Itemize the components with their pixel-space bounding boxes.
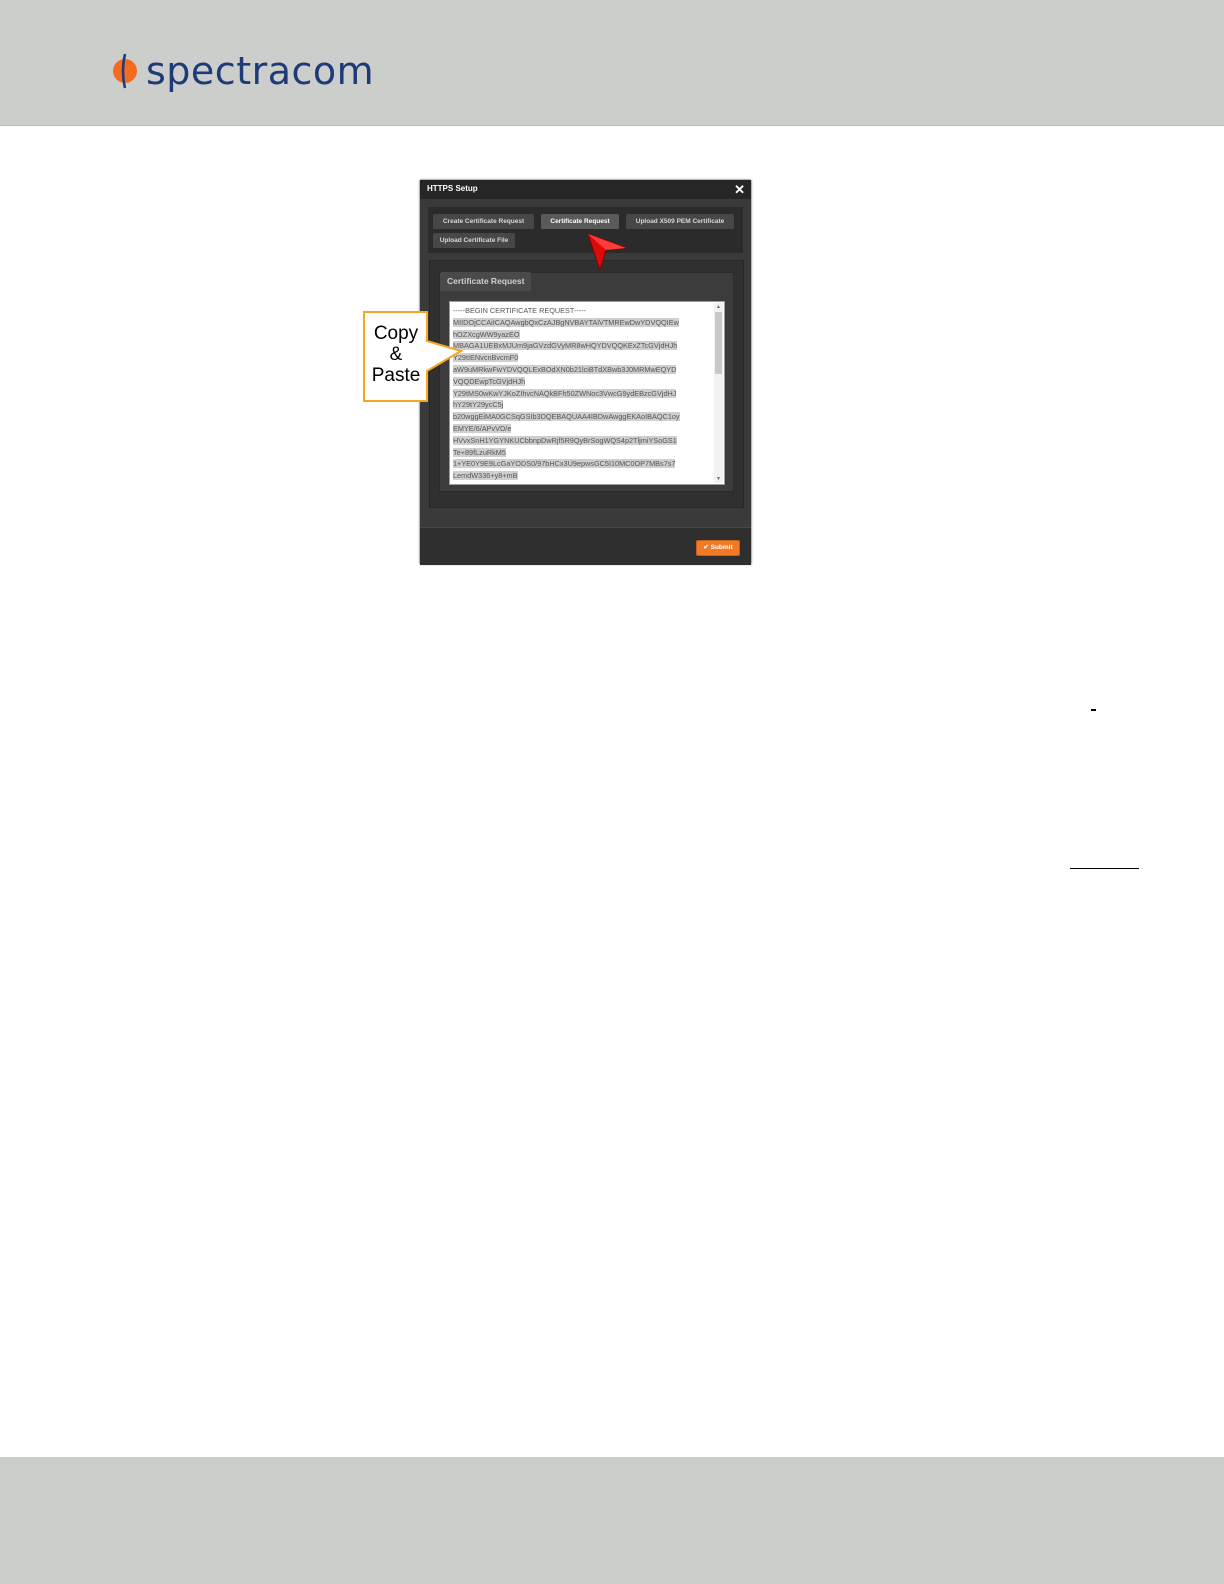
spectracom-logo-icon xyxy=(113,53,137,89)
dialog-footer: ✔ Submit xyxy=(420,527,751,565)
certificate-line: Te+89fLzuRkM5 xyxy=(453,447,506,457)
panel-title: Certificate Request xyxy=(440,272,532,291)
certificate-request-panel: Certificate Request -----BEGIN CERTIFICA… xyxy=(429,260,744,508)
certificate-line: VQQDEwpTcGVjdHJh xyxy=(453,376,526,386)
callout-line: & xyxy=(389,344,403,365)
certificate-line: Y29tIENvcnBvcmF0 xyxy=(453,353,519,363)
certificate-line: hY29tY29ycC5j xyxy=(453,400,504,410)
certificate-line: hOZXcgWW9yazEO xyxy=(453,329,520,339)
callout-line: Paste xyxy=(371,365,421,386)
tab-certificate-request[interactable]: Certificate Request xyxy=(541,214,619,229)
page-footer xyxy=(0,1457,1224,1584)
dialog-title: HTTPS Setup xyxy=(427,184,478,193)
scroll-up-arrow-icon[interactable]: ▲ xyxy=(714,303,723,311)
certificate-line: -----BEGIN CERTIFICATE REQUEST----- xyxy=(453,306,587,315)
textarea-scrollbar[interactable]: ▲ ▼ xyxy=(714,303,723,483)
certificate-line: 1+YE0Y9E9LcGaYODS0/97bHCx3U9epwsGC5I10MC… xyxy=(453,459,676,469)
certificate-line: Y29tMS0wKwYJKoZIhvcNAQkBFh50ZWNoc3VwcG9y… xyxy=(453,388,677,398)
certificate-line: aW9uMRkwFwYDVQQLExBOdXN0b21lciBTdXBwb3J0… xyxy=(453,364,677,374)
certificate-request-textarea[interactable]: -----BEGIN CERTIFICATE REQUEST----- MIID… xyxy=(449,301,725,485)
text-fragment-underline xyxy=(1070,868,1139,869)
dialog-titlebar: HTTPS Setup ✕ xyxy=(420,180,751,199)
certificate-line: LemdW336+y8+mB xyxy=(453,471,518,481)
spectracom-logo: spectracom xyxy=(110,48,374,94)
tab-upload-x509-pem-certificate[interactable]: Upload X509 PEM Certificate xyxy=(626,214,734,229)
certificate-text: -----BEGIN CERTIFICATE REQUEST----- MIID… xyxy=(453,305,711,482)
submit-button[interactable]: ✔ Submit xyxy=(696,540,740,556)
certificate-line: MBAGA1UEBxMJUm9jaGVzdGVyMR8wHQYDVQQKExZT… xyxy=(453,341,678,351)
text-fragment-dash xyxy=(1091,709,1096,711)
brand-name: spectracom xyxy=(146,49,375,93)
certificate-line: b20wggEiMA0GCSqGSIb3DQEBAQUAA4IBDwAwggEK… xyxy=(453,412,680,422)
callout-text: Copy & Paste xyxy=(364,323,428,386)
tab-upload-certificate-file[interactable]: Upload Certificate File xyxy=(433,233,515,248)
certificate-line: EMYE/6/APvVD/e xyxy=(453,423,512,433)
scroll-thumb[interactable] xyxy=(715,312,722,374)
scroll-down-arrow-icon[interactable]: ▼ xyxy=(714,475,723,483)
tab-create-certificate-request[interactable]: Create Certificate Request xyxy=(433,214,534,229)
checkmark-icon: ✔ xyxy=(703,544,709,551)
certificate-line: HVvxSnH1YGYNKUCbbnpDwRjf5R9QyBrSogWQS4p2… xyxy=(453,435,677,445)
callout-line: Copy xyxy=(373,323,419,344)
certificate-line: MIIDOjCCAiICAQAwgbQxCzAJBgNVBAYTAlVTMREw… xyxy=(453,317,679,327)
page-header: spectracom xyxy=(0,0,1224,126)
close-icon[interactable]: ✕ xyxy=(734,181,745,198)
certificate-request-box: Certificate Request -----BEGIN CERTIFICA… xyxy=(439,272,734,492)
red-pointer-arrow-icon xyxy=(587,233,627,272)
